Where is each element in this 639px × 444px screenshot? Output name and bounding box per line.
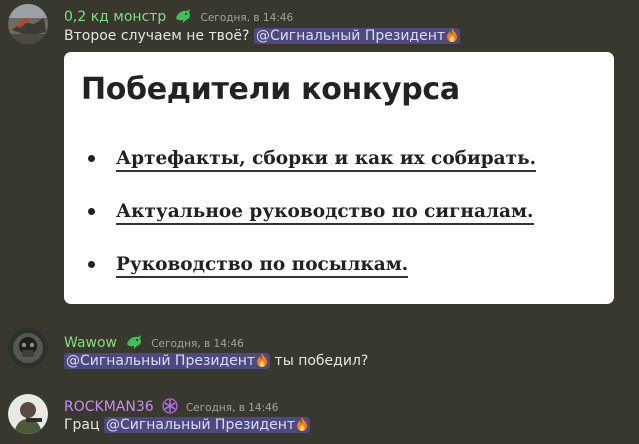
username[interactable]: Wawow: [64, 335, 117, 351]
fire-icon: [256, 353, 268, 371]
fire-icon: [446, 28, 458, 46]
mention[interactable]: @Сигнальный Президент: [104, 417, 311, 435]
username[interactable]: ROCKMAN36: [64, 399, 154, 415]
fire-icon: [296, 417, 308, 435]
message-text: Второе случаем не твоё? @Сигнальный През…: [64, 28, 461, 46]
embed-image-card[interactable]: Победители конкурса Артефакты, сборки и …: [64, 52, 614, 304]
message-3: ROCKMAN36 Сегодня, в 14:46 Грац @Сигналь…: [0, 386, 639, 444]
message-1: 0,2 кд монстр Сегодня, в 14:46 Второе сл…: [0, 0, 639, 310]
embed-title: Победители конкурса: [81, 72, 460, 107]
bullet-icon: [88, 155, 95, 162]
dragon-badge-icon[interactable]: [174, 8, 192, 28]
bullet-icon: [88, 261, 95, 268]
mention[interactable]: @Сигнальный Президент: [253, 28, 461, 46]
timestamp: Сегодня, в 14:46: [200, 12, 294, 24]
avatar[interactable]: [8, 4, 48, 44]
dragon-badge-icon[interactable]: [125, 334, 143, 354]
bullet-icon: [88, 208, 95, 215]
username[interactable]: 0,2 кд монстр: [64, 9, 166, 25]
message-text: Грац @Сигнальный Президент: [64, 417, 311, 435]
mention[interactable]: @Сигнальный Президент: [64, 353, 271, 371]
timestamp: Сегодня, в 14:46: [151, 338, 244, 350]
message-text: @Сигнальный Президент ты победил?: [64, 353, 369, 371]
avatar[interactable]: [8, 394, 48, 434]
asterisk-badge-icon[interactable]: [162, 398, 178, 418]
message-2: Wawow Сегодня, в 14:46 @Сигнальный Прези…: [0, 322, 639, 374]
timestamp: Сегодня, в 14:46: [185, 402, 279, 414]
avatar[interactable]: [8, 328, 48, 368]
